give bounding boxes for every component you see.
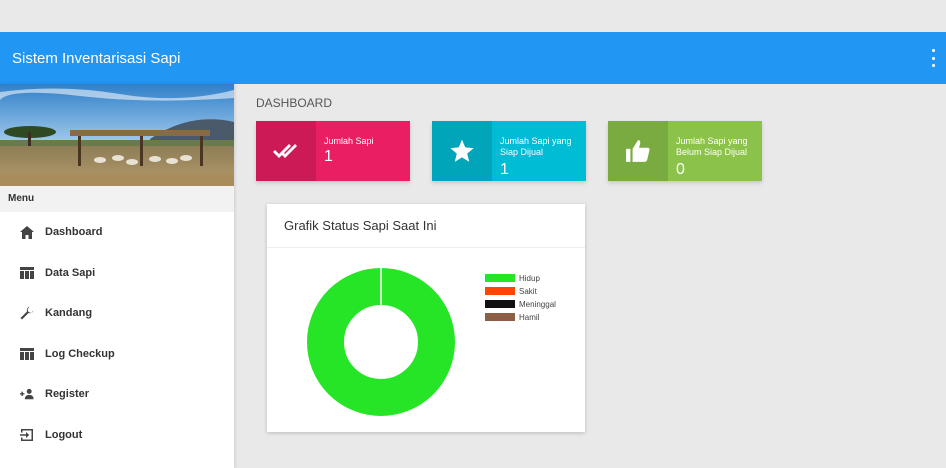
info-box-label: Jumlah Sapi yang Belum Siap Dijual — [676, 136, 748, 157]
legend-item-hidup[interactable]: Hidup — [485, 272, 556, 284]
sidebar-item-label: Dashboard — [45, 226, 103, 239]
info-box-value: 1 — [500, 161, 509, 178]
info-box-label: Jumlah Sapi yang Siap Dijual — [500, 136, 572, 157]
sidebar-item-logout[interactable]: Logout — [0, 415, 234, 456]
info-box-label: Jumlah Sapi — [324, 136, 374, 146]
double-check-icon — [256, 121, 316, 181]
sidebar-item-label: Logout — [45, 428, 83, 441]
star-icon — [432, 121, 492, 181]
home-icon — [20, 225, 34, 239]
sidebar: Menu Dashboard Data Sapi Kandang Log Che… — [0, 84, 234, 468]
legend-item-sakit[interactable]: Sakit — [485, 285, 556, 297]
legend-swatch — [485, 313, 515, 321]
wrench-icon — [20, 306, 34, 320]
legend-item-hamil[interactable]: Hamil — [485, 311, 556, 323]
sidebar-item-label: Data Sapi — [45, 266, 96, 279]
breadcrumb: DASHBOARD — [256, 96, 333, 110]
sidebar-item-dashboard[interactable]: Dashboard — [0, 212, 234, 253]
info-box-value: 0 — [676, 161, 685, 178]
info-box-value: 1 — [324, 148, 333, 165]
more-vert-icon[interactable] — [930, 49, 936, 67]
info-box-siap-dijual[interactable]: Jumlah Sapi yang Siap Dijual 1 — [432, 121, 586, 181]
sidebar-item-kandang[interactable]: Kandang — [0, 293, 234, 334]
sidebar-item-data-sapi[interactable]: Data Sapi — [0, 253, 234, 294]
main-content: DASHBOARD Jumlah Sapi 1 Jumlah Sapi yang… — [234, 84, 946, 468]
legend-label: Hidup — [519, 273, 540, 283]
chart-legend: Hidup Sakit Meninggal Hamil — [485, 272, 556, 324]
legend-swatch — [485, 274, 515, 282]
legend-label: Hamil — [519, 312, 540, 322]
legend-label: Sakit — [519, 286, 537, 296]
donut-chart — [307, 268, 455, 416]
thumbs-up-icon — [608, 121, 668, 181]
sidebar-item-label: Kandang — [45, 307, 93, 320]
legend-swatch — [485, 287, 515, 295]
sidebar-item-register[interactable]: Register — [0, 374, 234, 415]
chart-title: Grafik Status Sapi Saat Ini — [267, 204, 585, 248]
sidebar-item-log-checkup[interactable]: Log Checkup — [0, 334, 234, 375]
exit-icon — [20, 428, 34, 442]
chart-card: Grafik Status Sapi Saat Ini Hidup Sakit Me… — [267, 204, 585, 432]
legend-item-meninggal[interactable]: Meninggal — [485, 298, 556, 310]
person-add-icon — [20, 387, 34, 401]
info-box-jumlah-sapi[interactable]: Jumlah Sapi 1 — [256, 121, 410, 181]
legend-swatch — [485, 300, 515, 308]
top-gap — [0, 0, 946, 32]
table-icon — [20, 347, 34, 361]
sidebar-banner-image — [0, 84, 234, 186]
app-title[interactable]: Sistem Inventarisasi Sapi — [12, 50, 180, 67]
table-icon — [20, 266, 34, 280]
menu-header: Menu — [0, 186, 234, 212]
top-navbar: Sistem Inventarisasi Sapi — [0, 32, 946, 84]
info-box-belum-siap-dijual[interactable]: Jumlah Sapi yang Belum Siap Dijual 0 — [608, 121, 762, 181]
legend-label: Meninggal — [519, 299, 556, 309]
sidebar-item-label: Log Checkup — [45, 347, 115, 360]
sidebar-item-label: Register — [45, 388, 90, 401]
